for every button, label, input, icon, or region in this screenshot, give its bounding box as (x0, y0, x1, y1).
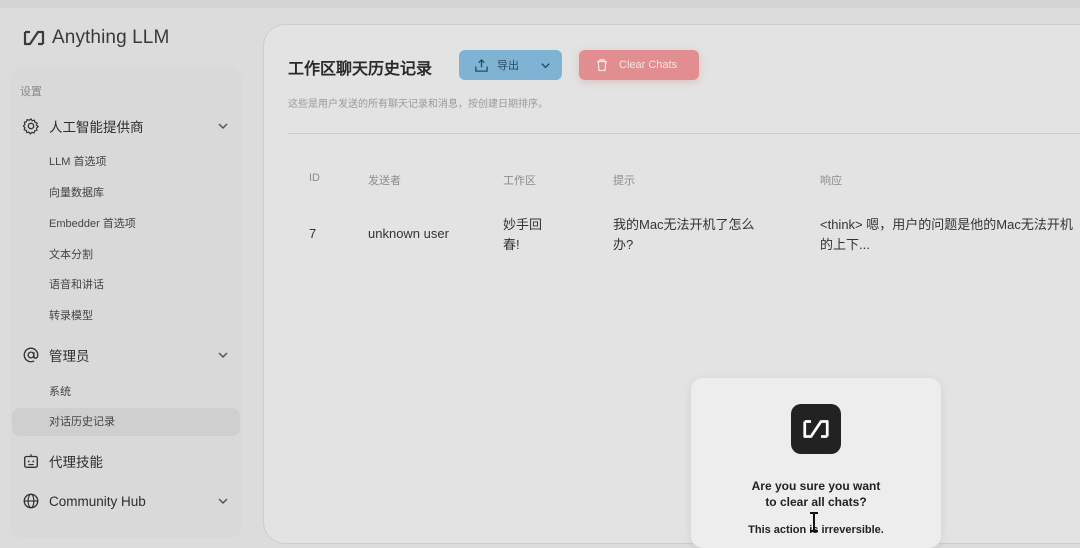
sidebar-item-voice-speech[interactable]: 语音和讲话 (49, 276, 104, 294)
column-header-workspace: 工作区 (503, 175, 536, 187)
sidebar-group-label: 管理员 (49, 349, 90, 364)
clear-chats-label: Clear Chats (619, 59, 678, 71)
sidebar-item-transcription-model[interactable]: 转录模型 (49, 307, 93, 325)
at-sign-icon (23, 347, 39, 363)
header-divider (288, 133, 1080, 134)
column-header-sender: 发送者 (368, 175, 401, 187)
page-description: 这些是用户发送的所有聊天记录和消息，按创建日期排序。 (288, 99, 548, 110)
upload-tray-icon (475, 58, 488, 72)
cell-workspace: 妙手回春! (503, 217, 543, 252)
export-label: 导出 (497, 60, 519, 72)
sidebar-item-embedder-preferences[interactable]: Embedder 首选项 (49, 215, 136, 233)
app-logo[interactable]: Anything LLM (22, 26, 169, 50)
sidebar-group-admin[interactable]: 管理员 (22, 343, 230, 367)
sidebar-item-active-highlight (12, 408, 240, 436)
anythingllm-logo-icon (23, 30, 45, 46)
sidebar-item-llm-preferences[interactable]: LLM 首选项 (49, 153, 106, 171)
chevron-down-icon (218, 498, 228, 505)
cell-id: 7 (309, 226, 317, 241)
sidebar-group-community-hub[interactable]: Community Hub (22, 489, 230, 513)
page-title: 工作区聊天历史记录 (288, 61, 433, 78)
column-header-id: ID (309, 172, 320, 184)
dialog-title-line1: Are you sure you want (751, 479, 881, 493)
sidebar-group-label: 人工智能提供商 (49, 120, 144, 135)
dialog-app-logo (791, 404, 841, 454)
chevron-down-icon (218, 352, 228, 359)
export-button[interactable]: 导出 (459, 50, 562, 80)
app-name: Anything LLM (52, 27, 170, 48)
cell-response: <think> 嗯，用户的问题是他的Mac无法开机 的上下... (820, 217, 1073, 252)
sidebar-group-label: Community Hub (49, 493, 146, 509)
robot-icon (24, 454, 38, 468)
sidebar-item-vector-database[interactable]: 向量数据库 (49, 184, 104, 202)
sidebar-item-system[interactable]: 系统 (49, 383, 71, 401)
clear-chats-button[interactable]: Clear Chats (579, 50, 699, 80)
section-label-settings: 设置 (20, 86, 42, 98)
trash-icon (597, 59, 607, 72)
sidebar-group-agent-skills[interactable]: 代理技能 (22, 449, 230, 473)
cell-prompt: 我的Mac无法开机了怎么办? (613, 217, 755, 252)
dialog-title: Are you sure you want to clear all chats… (691, 478, 941, 510)
cell-sender: unknown user (368, 226, 449, 241)
chevron-down-icon (218, 123, 228, 130)
globe-icon (23, 493, 39, 509)
column-header-prompt: 提示 (613, 175, 635, 187)
sidebar-item-chat-history[interactable]: 对话历史记录 (49, 413, 115, 431)
anythingllm-logo-icon (803, 420, 829, 438)
dialog-title-line2: to clear all chats? (765, 495, 867, 509)
sidebar-group-ai-providers[interactable]: 人工智能提供商 (22, 114, 230, 138)
chevron-down-icon (541, 62, 550, 68)
sidebar-group-label: 代理技能 (49, 455, 103, 470)
text-cursor-icon (810, 512, 818, 532)
sidebar-item-text-splitting[interactable]: 文本分割 (49, 246, 93, 264)
column-header-response: 响应 (820, 175, 842, 187)
gear-icon (22, 118, 39, 135)
